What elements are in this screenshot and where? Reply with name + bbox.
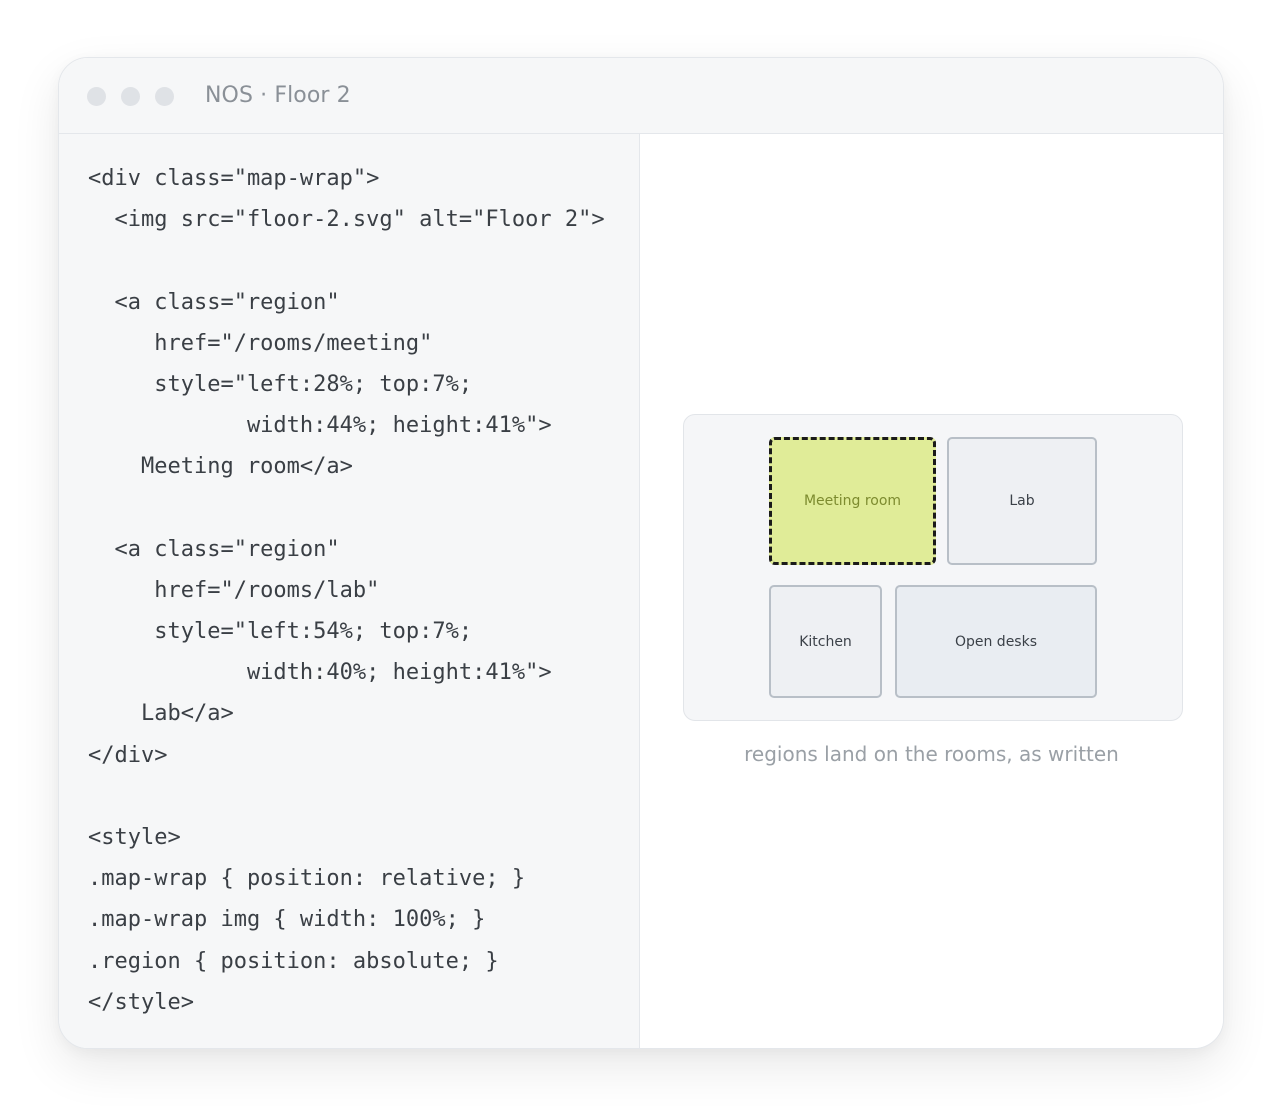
- open-desks-room: Open desks: [895, 585, 1097, 698]
- code-line: <a class="region": [88, 289, 340, 315]
- title-bar: NOS · Floor 2: [59, 58, 1223, 134]
- code-line: <div class="map-wrap">: [88, 166, 380, 191]
- code-line: </style>: [88, 989, 194, 1015]
- code-line: .map-wrap img { width: 100%; }: [88, 907, 486, 933]
- floor-plan: Meeting room Lab Kitchen Open desks: [683, 414, 1183, 721]
- code-line: <a class="region": [88, 536, 340, 562]
- code-line: .map-wrap { position: relative; }: [88, 866, 526, 892]
- maximize-window-button[interactable]: [155, 87, 174, 106]
- code-block: <div class="map-wrap"> <img src="floor-2…: [88, 158, 605, 1023]
- code-line: </div>: [88, 742, 168, 768]
- code-line: style="left:54%; top:7%;: [88, 619, 473, 645]
- code-line: .region { position: absolute; }: [88, 948, 499, 974]
- close-window-button[interactable]: [87, 87, 106, 106]
- code-line: style="left:28%; top:7%;: [88, 371, 473, 397]
- code-line: <img src="floor-2.svg" alt="Floor 2">: [88, 207, 605, 233]
- code-line: <style>: [88, 825, 181, 850]
- code-line: href="/rooms/meeting": [88, 330, 433, 356]
- kitchen-room: Kitchen: [769, 585, 882, 698]
- meeting-room-region[interactable]: Meeting room: [769, 437, 936, 565]
- window-title: NOS · Floor 2: [205, 83, 351, 108]
- minimize-window-button[interactable]: [121, 87, 140, 106]
- code-line: Lab</a>: [88, 701, 234, 727]
- code-line: href="/rooms/lab": [88, 577, 380, 603]
- lab-region[interactable]: Lab: [947, 437, 1097, 565]
- code-line: width:40%; height:41%">: [88, 660, 552, 686]
- preview-pane: Meeting room Lab Kitchen Open desks regi…: [640, 134, 1223, 1048]
- code-line: width:44%; height:41%">: [88, 413, 552, 439]
- code-line: Meeting room</a>: [88, 454, 353, 480]
- code-pane: <div class="map-wrap"> <img src="floor-2…: [59, 134, 640, 1048]
- app-window: NOS · Floor 2 <div class="map-wrap"> <im…: [58, 57, 1224, 1049]
- preview-caption: regions land on the rooms, as written: [744, 742, 1119, 766]
